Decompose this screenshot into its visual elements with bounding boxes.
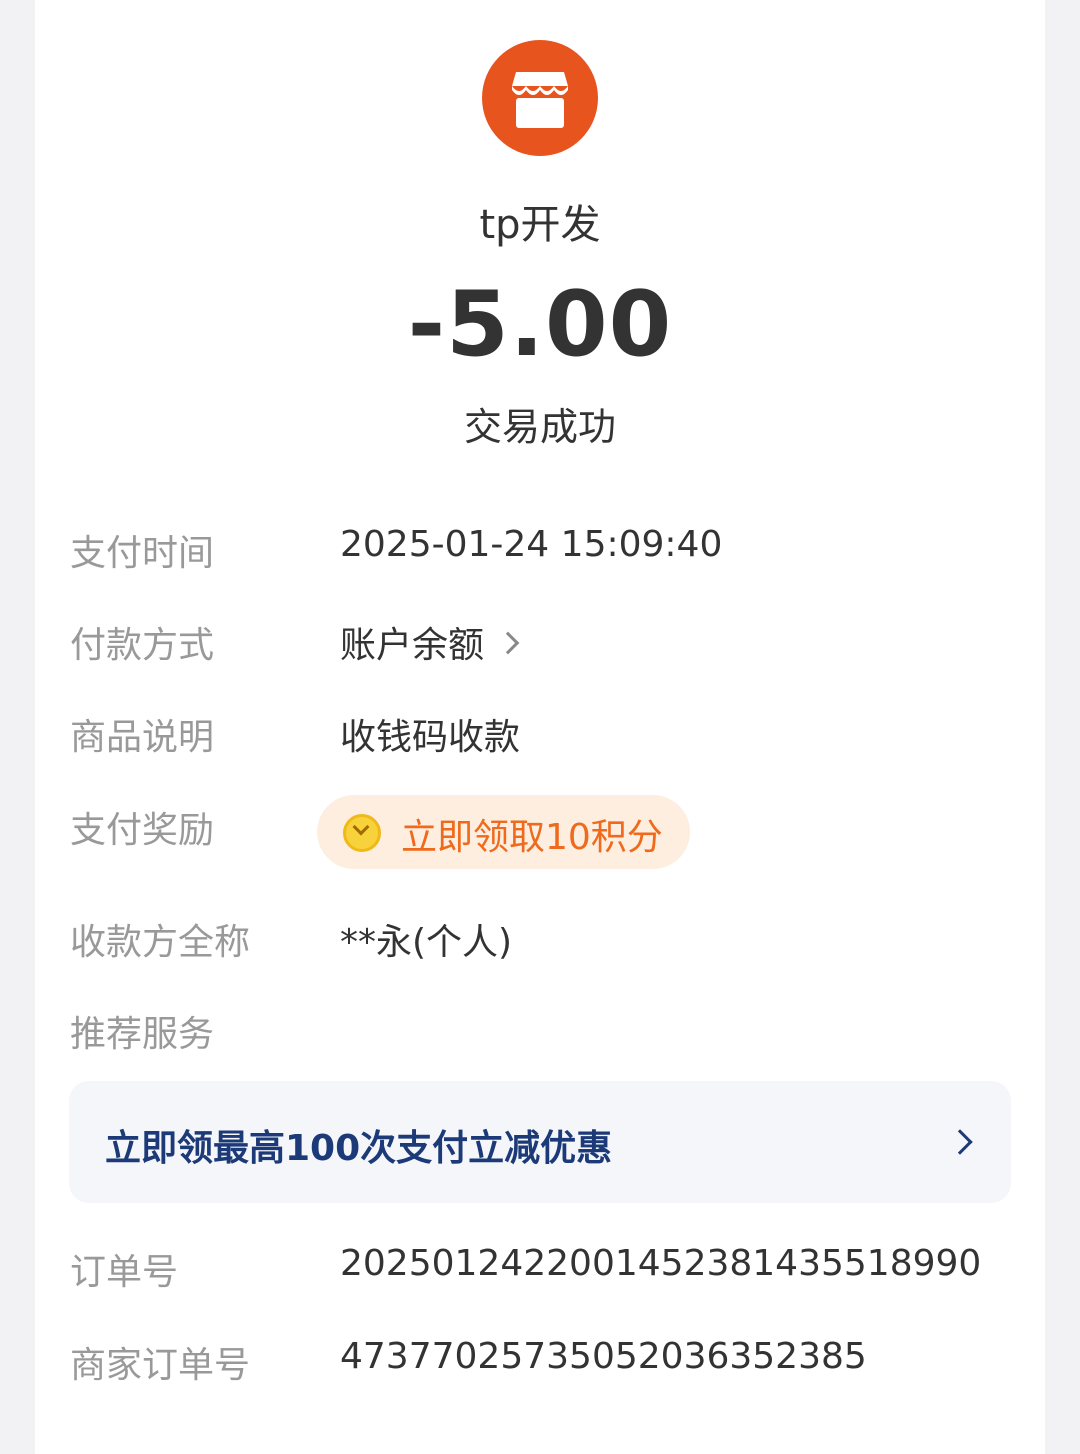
merchant-order-no-label: 商家订单号 [70, 1345, 251, 1386]
status-text: 交易成功 [463, 405, 616, 449]
chevron-right-icon [496, 631, 520, 655]
order-no-label: 订单号 [70, 1252, 179, 1293]
recommend-label: 推荐服务 [70, 1014, 215, 1055]
merchant-logo [482, 40, 598, 156]
pay-method-link[interactable]: 账户余额 [340, 616, 520, 668]
pay-time-value: 2025-01-24 15:09:40 [340, 524, 723, 565]
merchant-order-no-value: 47377025735052036352385 [340, 1336, 867, 1377]
pay-method-value: 账户余额 [340, 625, 485, 666]
product-desc-value: 收钱码收款 [340, 717, 521, 758]
promo-banner[interactable]: 立即领最高100次支付立减优惠 [69, 1081, 1011, 1203]
merchant-name: tp开发 [479, 202, 601, 248]
amount: -5.00 [407, 272, 673, 377]
coin-icon [343, 814, 381, 852]
payee-value: **永(个人) [340, 922, 513, 963]
order-no-value: 2025012422001452381435518990 [340, 1243, 982, 1284]
claim-points-label: 立即领取10积分 [401, 817, 663, 858]
pay-method-label: 付款方式 [70, 625, 215, 666]
store-icon [512, 72, 568, 128]
claim-points-button[interactable]: 立即领取10积分 [317, 795, 690, 869]
reward-label: 支付奖励 [70, 810, 215, 851]
promo-text: 立即领最高100次支付立减优惠 [105, 1128, 613, 1169]
payee-label: 收款方全称 [70, 922, 251, 963]
pay-time-label: 支付时间 [70, 533, 215, 574]
product-desc-label: 商品说明 [70, 717, 215, 758]
chevron-right-icon [947, 1129, 973, 1155]
